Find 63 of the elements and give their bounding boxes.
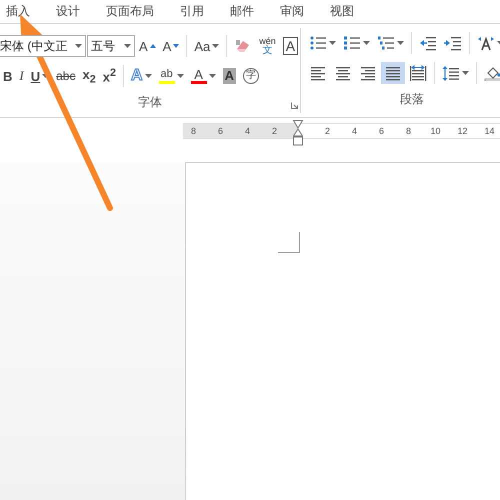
text-direction-icon (477, 35, 495, 51)
ruler-number: 14 (483, 126, 496, 136)
ruler-number: 4 (350, 126, 358, 136)
text-effect-button[interactable]: A (128, 65, 155, 87)
align-icon (359, 65, 377, 81)
grow-font-button[interactable]: A (136, 35, 159, 57)
subscript-button[interactable]: x$_{2}$ (79, 65, 99, 87)
phonetic-guide-button[interactable]: wén 文 (256, 35, 279, 57)
bold-button[interactable]: B (0, 65, 16, 87)
ribbon-tab[interactable]: 设计 (56, 3, 93, 20)
caret-icon (208, 74, 216, 78)
down-triangle-icon (173, 44, 180, 48)
bullet-list-icon (309, 35, 327, 51)
ruler-number: 6 (378, 126, 385, 136)
caret-icon (124, 44, 131, 48)
ruler-number: 10 (429, 126, 442, 136)
font-name-field[interactable]: 宋体 (中文正 (0, 35, 86, 57)
ruler-number: 12 (456, 126, 468, 136)
ruler-number: 4 (244, 126, 251, 136)
caret-icon (144, 74, 152, 78)
dialog-launcher-icon[interactable] (291, 102, 298, 109)
change-case-button[interactable]: Aa (191, 35, 222, 57)
ribbon-tab[interactable]: 页面布局 (106, 3, 167, 20)
italic-button[interactable]: I (16, 65, 27, 87)
superscript-button[interactable]: x$^{2}$ (100, 65, 120, 87)
caret-icon (176, 74, 184, 78)
decrease-indent-icon (419, 35, 437, 51)
justify-button[interactable] (381, 62, 405, 84)
ruler-number: 8 (190, 126, 197, 136)
multilevel-list-icon (377, 35, 395, 51)
caret-icon (462, 71, 469, 75)
caret-icon (329, 41, 336, 45)
align-icon (309, 65, 327, 81)
ruler-number: 2 (270, 126, 278, 136)
ribbon-tab[interactable]: 插入 (6, 3, 43, 20)
numbered-list-icon (343, 35, 361, 51)
increase-indent-icon (444, 35, 462, 51)
ribbon-tab[interactable]: 审阅 (280, 3, 317, 20)
up-triangle-icon (150, 44, 156, 48)
ribbon-tab[interactable]: 邮件 (230, 3, 267, 20)
align-icon (334, 65, 352, 81)
caret-icon (397, 41, 404, 45)
strikethrough-button[interactable]: abc (53, 65, 78, 87)
caret-icon (212, 44, 220, 48)
ruler-number: 6 (216, 126, 224, 136)
ruler-number: 8 (404, 126, 412, 136)
line-spacing-icon (442, 65, 460, 81)
distribute-icon (409, 65, 427, 81)
caret-icon (363, 41, 370, 45)
align-icon (384, 65, 402, 81)
caret-icon (75, 44, 82, 48)
ribbon-tab[interactable]: 视图 (330, 3, 367, 20)
ruler-number: 2 (324, 126, 331, 136)
highlight-button[interactable]: ab (156, 65, 187, 87)
font-color-button[interactable]: A (188, 65, 219, 87)
margin-corner-mark (278, 232, 300, 253)
indent-marker-icon[interactable] (293, 120, 303, 146)
group-label: 段落 (400, 91, 424, 108)
group-label: 字体 (138, 94, 162, 111)
underline-button[interactable]: U (28, 65, 52, 87)
font-size-field[interactable]: 五号 (87, 35, 135, 57)
shrink-font-button[interactable]: A (160, 35, 182, 57)
ribbon-tab[interactable]: 引用 (180, 3, 217, 20)
